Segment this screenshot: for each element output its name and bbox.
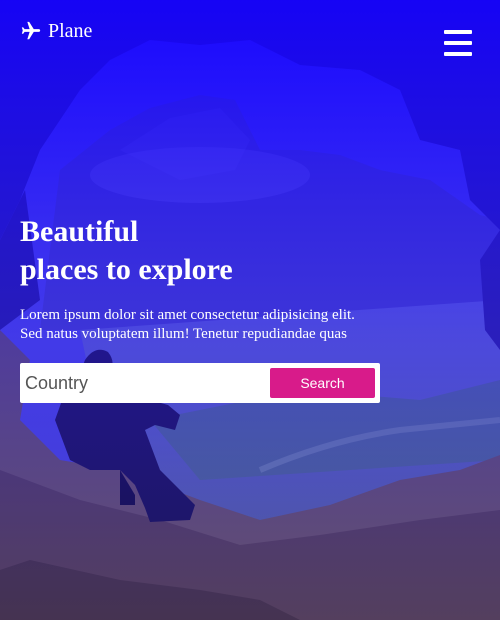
headline-line-1: Beautiful: [20, 215, 139, 248]
headline-line-2: places to explore: [20, 253, 233, 286]
airplane-icon: [20, 20, 42, 42]
subtitle-line-2: Sed natus voluptatem illum! Tenetur repu…: [20, 326, 347, 342]
brand-name: Plane: [48, 20, 93, 42]
top-navbar: Plane: [20, 18, 472, 58]
search-form: Search: [20, 363, 380, 403]
hero-headline: Beautiful places to explore: [20, 213, 233, 289]
hero-subtitle: Lorem ipsum dolor sit amet consectetur a…: [20, 306, 420, 344]
country-search-input[interactable]: [20, 367, 267, 399]
subtitle-line-1: Lorem ipsum dolor sit amet consectetur a…: [20, 307, 355, 323]
search-button[interactable]: Search: [270, 368, 375, 398]
brand-logo-link[interactable]: Plane: [20, 18, 92, 44]
hamburger-menu-icon[interactable]: [444, 30, 472, 56]
